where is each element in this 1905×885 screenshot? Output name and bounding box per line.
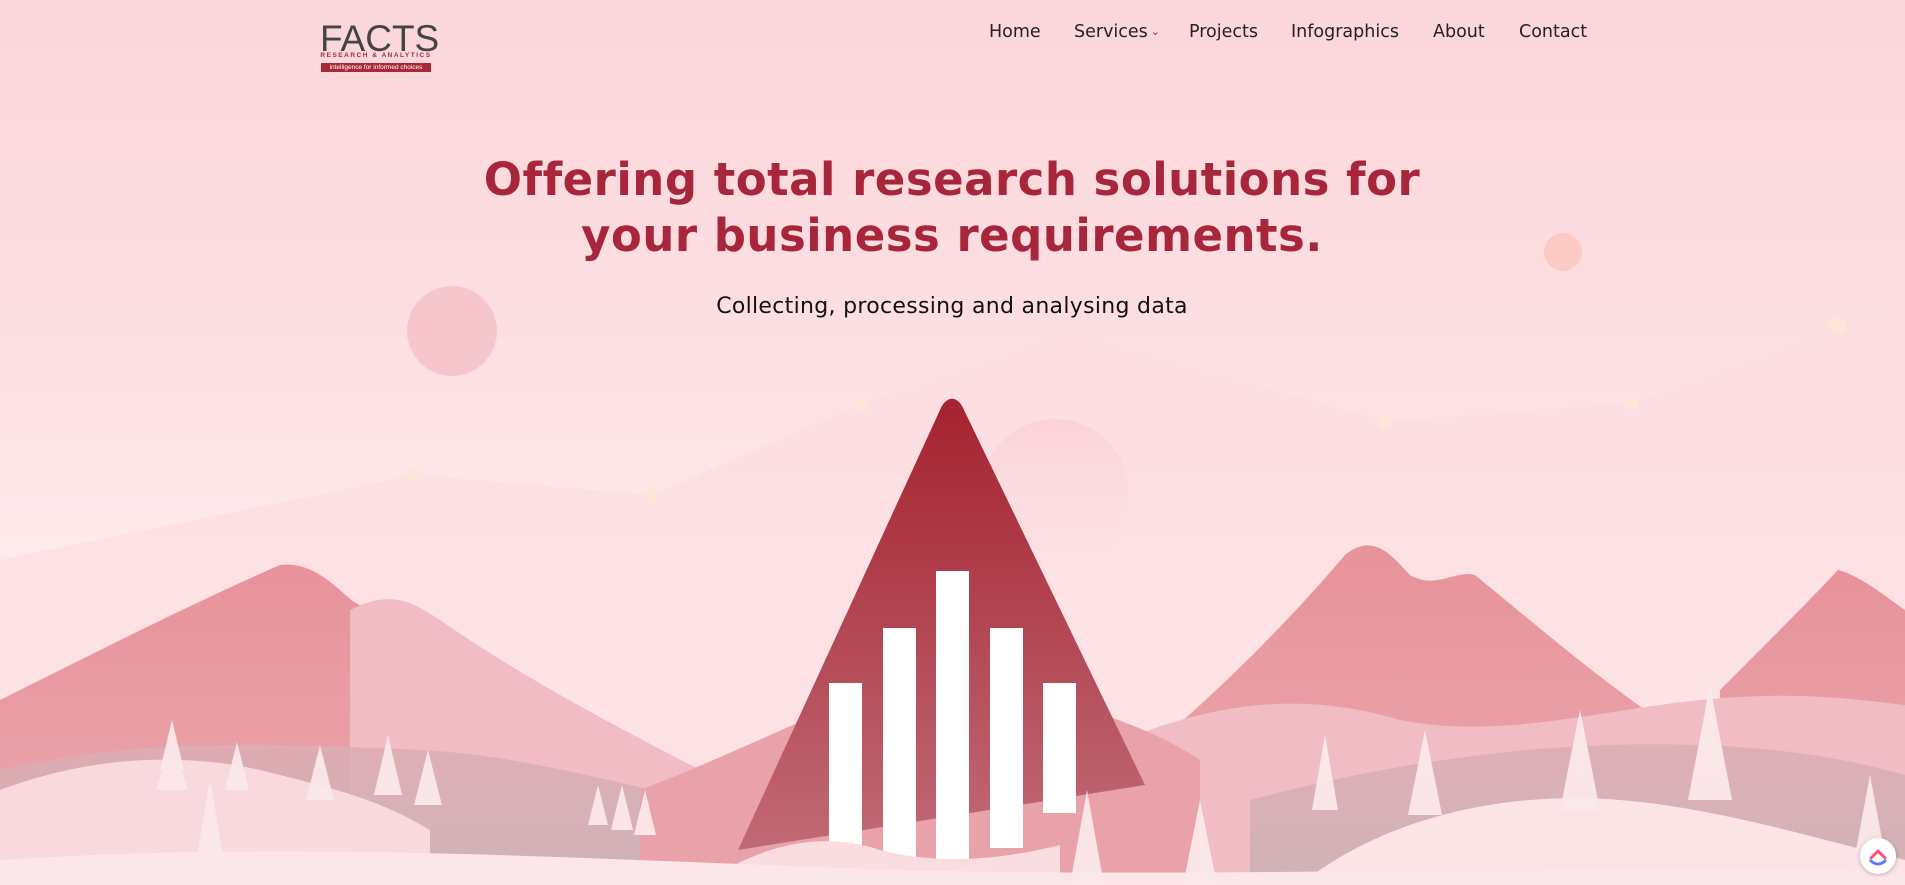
nav-about[interactable]: About xyxy=(1433,22,1485,42)
site-logo[interactable]: FACTS RESEARCH & ANALYTICS intelligence … xyxy=(320,20,439,72)
logo-subtitle: RESEARCH & ANALYTICS xyxy=(320,52,432,59)
site-header: FACTS RESEARCH & ANALYTICS intelligence … xyxy=(0,0,1905,90)
nav-services-label: Services xyxy=(1074,22,1148,42)
hero-headline: Offering total research solutions for yo… xyxy=(452,152,1452,264)
hero-illustration xyxy=(0,233,1905,885)
support-chat-button[interactable] xyxy=(1860,838,1896,874)
hero-headline-line2: your business requirements. xyxy=(581,209,1323,262)
deco-circle xyxy=(407,286,497,376)
chevron-down-icon: ⌄ xyxy=(1150,25,1161,38)
nav-contact[interactable]: Contact xyxy=(1519,22,1587,42)
nav-infographics[interactable]: Infographics xyxy=(1291,22,1399,42)
hero-subheadline: Collecting, processing and analysing dat… xyxy=(716,294,1188,319)
logo-tagline: intelligence for informed choices xyxy=(321,63,431,72)
nav-projects[interactable]: Projects xyxy=(1189,22,1258,42)
hero-headline-line1: Offering total research solutions for xyxy=(483,153,1421,206)
nav-services[interactable]: Services ⌄ xyxy=(1074,22,1160,42)
deco-sun-small xyxy=(1544,233,1582,271)
support-chat-icon xyxy=(1869,849,1887,866)
nav-home[interactable]: Home xyxy=(989,22,1041,42)
